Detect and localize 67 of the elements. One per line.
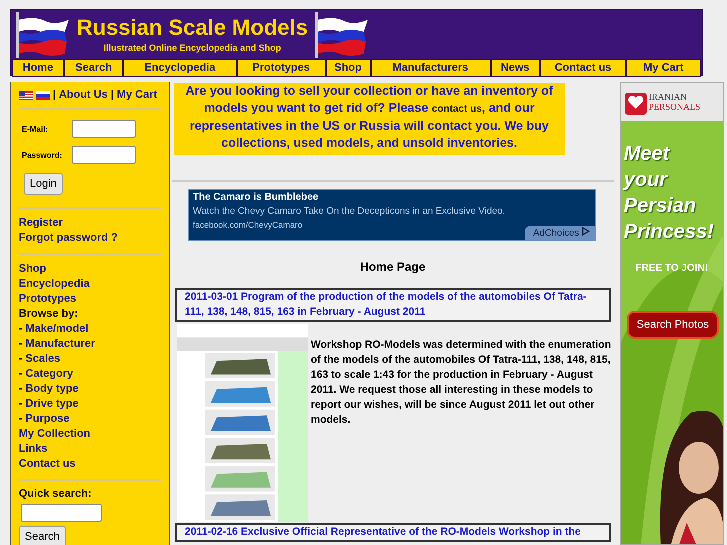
site-subtitle: Illustrated Online Encyclopedia and Shop bbox=[104, 43, 282, 53]
menu-sublink[interactable]: Purpose bbox=[26, 412, 70, 427]
brand-name: IRANIAN bbox=[649, 92, 688, 102]
menu-heading: Browse by: bbox=[19, 307, 80, 322]
email-label: E-Mail: bbox=[22, 124, 50, 134]
bullet-text: - bbox=[19, 397, 23, 412]
text-ad[interactable]: The Camaro is Bumblebee Watch the Chevy Camaro Take On the Decepticons in an Exclusive Video. facebook.com/ChevyCamaro AdChoices bbox=[188, 189, 596, 241]
nav-link[interactable]: Search bbox=[64, 59, 124, 77]
ad-headline: Meet your Persian Princess! bbox=[624, 142, 714, 245]
bullet-text: - bbox=[19, 367, 23, 382]
play-triangle-icon bbox=[582, 227, 590, 236]
menu-link[interactable]: Contact us bbox=[19, 457, 161, 472]
menu-link[interactable]: Links bbox=[19, 442, 161, 457]
menu-sublink[interactable]: Category bbox=[26, 367, 74, 382]
promo-text: Are you looking to sell your collection or have an inventory of models you want to get rid of? Please contact us, and our representatives in the US or Russia will contact you. We buy collections, used models, and unsold inventories. bbox=[174, 83, 565, 155]
ad-tagline: FREE TO JOIN! bbox=[634, 263, 710, 274]
ad-title[interactable]: The Camaro is Bumblebee bbox=[193, 192, 591, 203]
us-flag-icon[interactable] bbox=[19, 90, 33, 100]
nav-link[interactable]: News bbox=[490, 59, 540, 77]
menu-sublink[interactable]: Drive type bbox=[26, 397, 79, 412]
menu-sublink[interactable]: Make/model bbox=[26, 322, 89, 337]
email-field[interactable] bbox=[72, 120, 136, 138]
search-button[interactable]: Search bbox=[19, 526, 66, 545]
bullet-text: - bbox=[19, 412, 23, 427]
menu-link[interactable]: Prototypes bbox=[19, 292, 161, 307]
adchoices-badge[interactable]: AdChoices bbox=[525, 226, 595, 240]
ad-text: Watch the Chevy Camaro Take On the Decepticons in an Exclusive Video. bbox=[193, 206, 506, 217]
nav-link[interactable]: Prototypes bbox=[236, 59, 326, 77]
contact-link[interactable]: contact us bbox=[432, 104, 482, 115]
separator-text: | bbox=[110, 89, 114, 101]
page-title: Home Page bbox=[359, 260, 427, 274]
login-button[interactable]: Login bbox=[24, 173, 63, 195]
search-photos-button[interactable]: Search Photos bbox=[627, 311, 719, 339]
nav-link[interactable]: My Cart bbox=[626, 59, 701, 77]
account-link[interactable]: Forgot password ? bbox=[19, 231, 161, 246]
nav-link[interactable]: Encyclopedia bbox=[123, 59, 237, 77]
nav-link[interactable]: Manufacturers bbox=[370, 59, 491, 77]
quick-search-label: Quick search: bbox=[19, 488, 92, 500]
menu-link[interactable]: My Collection bbox=[19, 427, 161, 442]
flag-icon bbox=[314, 12, 370, 58]
separator-text: | bbox=[53, 89, 56, 101]
news-text: Workshop RO-Models was determined with the enumeration of the models of the automobiles Of Tatra-111, 138, 148, 815, 163 to scale 1:43 for the production in February - August 2011. We request those all interesting in these models to report our wishes, will be since August 2011 let out other models. bbox=[311, 338, 612, 428]
news-title[interactable]: 2011-02-16 Exclusive Official Representative of the RO-Models Workshop in the bbox=[175, 523, 611, 542]
banner-ad[interactable]: IRANIAN PERSONALS Meet your Persian Princess! FREE TO JOIN! Search Photos bbox=[620, 82, 724, 545]
bullet-text: - bbox=[19, 337, 23, 352]
bullet-text: - bbox=[19, 382, 23, 397]
news-title[interactable]: 2011-03-01 Program of the production of the models of the automobiles Of Tatra-111, 138, 148, 815, 163 in February - August 2011 bbox=[175, 288, 611, 322]
site-title: Russian Scale Models bbox=[77, 15, 308, 41]
flag-icon bbox=[15, 12, 71, 58]
top-link[interactable]: About Us bbox=[59, 89, 108, 101]
menu-sublink[interactable]: Manufacturer bbox=[26, 337, 96, 352]
top-link[interactable]: My Cart bbox=[117, 89, 158, 101]
brand-name: PERSONALS bbox=[649, 102, 701, 112]
bullet-text: - bbox=[19, 322, 23, 337]
menu-link[interactable]: Encyclopedia bbox=[19, 277, 161, 292]
account-link[interactable]: Register bbox=[19, 216, 161, 231]
search-field[interactable] bbox=[21, 504, 102, 522]
menu-sublink[interactable]: Scales bbox=[26, 352, 61, 367]
russian-flag-icon[interactable] bbox=[36, 90, 50, 100]
menu-sublink[interactable]: Body type bbox=[26, 382, 79, 397]
password-label: Password: bbox=[22, 150, 64, 160]
bullet-text: - bbox=[19, 352, 23, 367]
nav-link[interactable]: Contact us bbox=[540, 59, 626, 77]
menu-link[interactable]: Shop bbox=[19, 262, 161, 277]
nav-link[interactable]: Home bbox=[12, 59, 64, 77]
password-field[interactable] bbox=[72, 146, 136, 164]
nav-link[interactable]: Shop bbox=[326, 59, 371, 77]
